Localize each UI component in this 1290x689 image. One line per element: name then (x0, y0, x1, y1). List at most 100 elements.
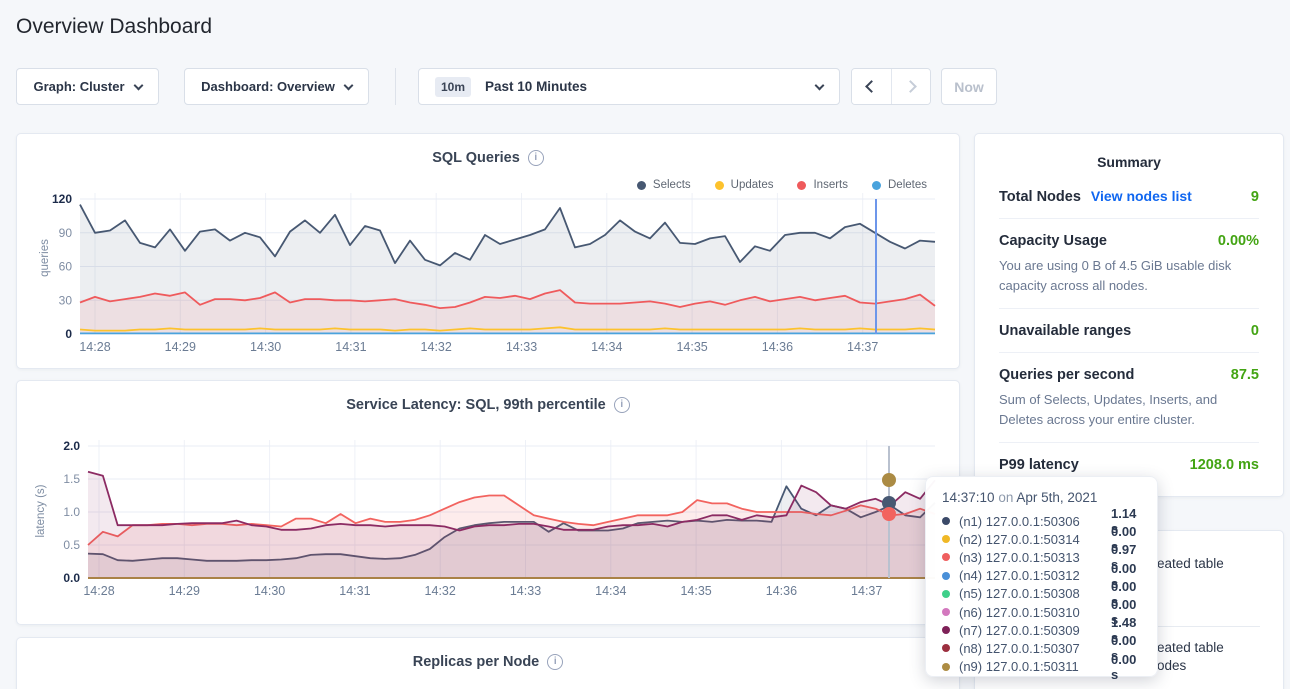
svg-text:14:33: 14:33 (506, 340, 537, 354)
time-range-badge: 10m (435, 77, 471, 97)
tooltip-timestamp: 14:37:10 on Apr 5th, 2021 (942, 490, 1143, 505)
tooltip-node-address: (n1) 127.0.0.1:50306 (959, 514, 1111, 529)
tooltip-node-address: (n4) 127.0.0.1:50312 (959, 568, 1111, 583)
svg-text:14:29: 14:29 (169, 584, 200, 598)
dashboard-dropdown[interactable]: Dashboard: Overview (184, 68, 369, 105)
svg-text:14:30: 14:30 (254, 584, 285, 598)
now-button-label: Now (954, 79, 984, 95)
stat-unavailable-ranges: Unavailable ranges 0 (999, 308, 1259, 352)
svg-text:14:35: 14:35 (676, 340, 707, 354)
tooltip-on-word: on (998, 490, 1013, 505)
graph-dropdown-label: Graph: Cluster (33, 79, 124, 94)
time-range-label: Past 10 Minutes (485, 79, 587, 94)
chevron-down-icon (815, 80, 825, 90)
graph-dropdown[interactable]: Graph: Cluster (16, 68, 159, 105)
time-back-button[interactable] (852, 69, 891, 104)
tooltip-node-address: (n9) 127.0.0.1:50311 (959, 659, 1111, 674)
chevron-right-icon (904, 80, 917, 93)
svg-text:30: 30 (59, 293, 73, 307)
svg-text:14:34: 14:34 (595, 584, 626, 598)
service-latency-chart[interactable]: 14:2814:2914:3014:3114:3214:3314:3414:35… (30, 432, 944, 600)
tooltip-node-address: (n2) 127.0.0.1:50314 (959, 532, 1111, 547)
summary-stats: Total Nodes View nodes list 9 Capacity U… (975, 174, 1283, 486)
sql-hover-line (875, 199, 877, 334)
stat-queries-per-second: Queries per second 87.5 Sum of Selects, … (999, 352, 1259, 442)
tooltip-node-address: (n8) 127.0.0.1:50307 (959, 641, 1111, 656)
svg-text:90: 90 (59, 226, 73, 240)
svg-text:14:31: 14:31 (335, 340, 366, 354)
service-latency-title-text: Service Latency: SQL, 99th percentile (346, 397, 606, 413)
svg-text:14:30: 14:30 (250, 340, 281, 354)
view-nodes-list-link[interactable]: View nodes list (1091, 188, 1192, 204)
svg-text:14:29: 14:29 (165, 340, 196, 354)
tooltip-row-n9: (n9) 127.0.0.1:50311 0.00 s (942, 658, 1143, 676)
stat-label: Unavailable ranges (999, 323, 1131, 339)
tooltip-node-address: (n5) 127.0.0.1:50308 (959, 586, 1111, 601)
stat-description: Sum of Selects, Updates, Inserts, and De… (999, 390, 1259, 429)
chevron-down-icon (133, 80, 143, 90)
node-color-dot-icon (942, 553, 950, 561)
stat-value: 87.5 (1231, 367, 1259, 383)
tooltip-node-value: 0.00 s (1111, 652, 1143, 682)
sql-queries-title-text: SQL Queries (432, 150, 520, 166)
replicas-title: Replicas per Node i (17, 654, 959, 670)
node-color-dot-icon (942, 535, 950, 543)
chevron-down-icon (343, 80, 353, 90)
node-color-dot-icon (942, 517, 950, 525)
time-range-dropdown[interactable]: 10m Past 10 Minutes (418, 68, 840, 105)
svg-text:14:36: 14:36 (762, 340, 793, 354)
stat-label: P99 latency (999, 457, 1079, 473)
svg-text:14:36: 14:36 (766, 584, 797, 598)
svg-text:1.0: 1.0 (63, 505, 80, 519)
stat-description: You are using 0 B of 4.5 GiB usable disk… (999, 256, 1259, 295)
node-color-dot-icon (942, 626, 950, 634)
tooltip-node-address: (n3) 127.0.0.1:50313 (959, 550, 1111, 565)
stat-total-nodes: Total Nodes View nodes list 9 (999, 174, 1259, 218)
svg-text:14:32: 14:32 (421, 340, 452, 354)
summary-title: Summary (975, 134, 1283, 174)
chart-hover-tooltip: 14:37:10 on Apr 5th, 2021 (n1) 127.0.0.1… (925, 476, 1158, 677)
stat-label: Total Nodes (999, 189, 1081, 205)
svg-text:14:28: 14:28 (83, 584, 114, 598)
time-nav-group (851, 68, 931, 105)
svg-text:0.0: 0.0 (63, 571, 80, 585)
event-item-fragment: eated table (1157, 640, 1224, 655)
svg-text:0: 0 (65, 327, 72, 341)
event-item-fragment: eated table (1157, 556, 1224, 571)
stat-label: Capacity Usage (999, 233, 1107, 249)
stat-value: 0 (1251, 323, 1259, 339)
summary-panel: Summary Total Nodes View nodes list 9 Ca… (974, 133, 1284, 497)
overview-dashboard-page: Overview Dashboard Graph: Cluster Dashbo… (0, 0, 1290, 689)
svg-text:14:28: 14:28 (79, 340, 110, 354)
node-color-dot-icon (942, 608, 950, 616)
tooltip-node-address: (n6) 127.0.0.1:50310 (959, 605, 1111, 620)
tooltip-time: 14:37:10 (942, 490, 995, 505)
stat-capacity-usage: Capacity Usage 0.00% You are using 0 B o… (999, 218, 1259, 308)
svg-text:14:32: 14:32 (425, 584, 456, 598)
latency-hover-dot-n3 (882, 507, 896, 521)
time-forward-button[interactable] (891, 69, 931, 104)
node-color-dot-icon (942, 590, 950, 598)
svg-text:14:33: 14:33 (510, 584, 541, 598)
svg-text:60: 60 (59, 260, 73, 274)
dashboard-dropdown-label: Dashboard: Overview (201, 79, 335, 94)
svg-text:2.0: 2.0 (63, 439, 80, 453)
latency-hover-dot-n7 (882, 473, 896, 487)
now-button[interactable]: Now (941, 68, 997, 105)
node-color-dot-icon (942, 572, 950, 580)
stat-value: 1208.0 ms (1190, 457, 1259, 473)
controls-divider (395, 68, 396, 105)
svg-text:14:34: 14:34 (591, 340, 622, 354)
latency-hover-dot-n9 (882, 568, 896, 582)
info-icon[interactable]: i (528, 150, 544, 166)
replicas-per-node-card: Replicas per Node i (16, 637, 960, 689)
info-icon[interactable]: i (547, 654, 563, 670)
replicas-title-text: Replicas per Node (413, 654, 540, 670)
node-color-dot-icon (942, 644, 950, 652)
tooltip-node-address: (n7) 127.0.0.1:50309 (959, 623, 1111, 638)
info-icon[interactable]: i (614, 397, 630, 413)
svg-text:14:31: 14:31 (339, 584, 370, 598)
sql-queries-chart[interactable]: 14:28 14:29 14:30 14:31 14:32 14:33 14:34 14:35… (30, 185, 944, 355)
svg-text:120: 120 (52, 192, 72, 206)
svg-text:14:37: 14:37 (847, 340, 878, 354)
